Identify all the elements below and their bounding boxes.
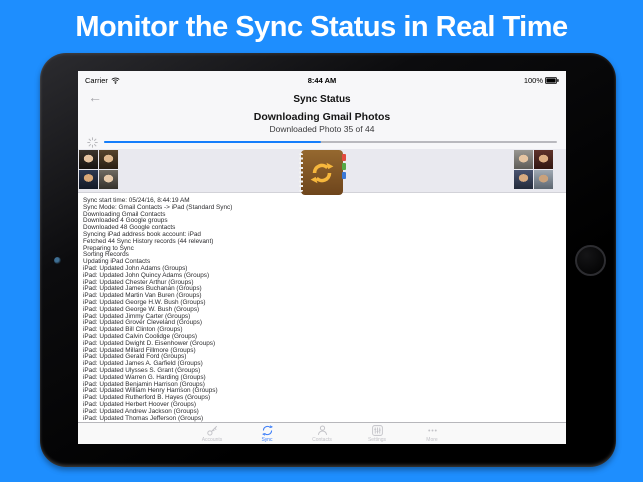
download-status-subtitle: Downloaded Photo 35 of 44 (269, 124, 375, 134)
tab-bar: Accounts Sync Contacts Settings More (78, 422, 566, 444)
tab-label: Accounts (201, 437, 223, 443)
log-line: Preparing to Sync (83, 244, 134, 252)
synced-photos-left (79, 150, 118, 189)
log-line: Sorting Records (83, 251, 129, 259)
status-bar: Carrier 8:44 AM 100% (78, 71, 566, 88)
contact-portrait (79, 170, 98, 189)
progress-fill (104, 141, 322, 143)
key-icon (206, 425, 217, 436)
download-progress-row (78, 135, 566, 149)
sync-arrows-glyph (310, 162, 334, 183)
tab-sync[interactable]: Sync (240, 423, 295, 443)
ellipsis-icon (427, 429, 437, 432)
contact-portrait (99, 150, 118, 169)
marketing-banner: Monitor the Sync Status in Real Time (0, 0, 643, 54)
contact-portrait (534, 170, 553, 189)
tab-contacts[interactable]: Contacts (295, 423, 350, 443)
sliders-icon (371, 425, 383, 436)
banner-title: Monitor the Sync Status in Real Time (75, 10, 568, 43)
ipad-device-frame: Carrier 8:44 AM 100% ← Sync Status Downl… (40, 53, 616, 467)
tab-label: Settings (367, 437, 387, 443)
sync-log[interactable]: Sync start time: 05/24/16, 8:44:19 AM Syn… (78, 193, 566, 422)
contact-portrait (79, 150, 98, 169)
sync-arrows-icon (261, 425, 273, 436)
clock-label: 8:44 AM (307, 76, 337, 85)
tab-more[interactable]: More (405, 423, 460, 443)
ipad-screen: Carrier 8:44 AM 100% ← Sync Status Downl… (78, 71, 566, 444)
download-status-title: Downloading Gmail Photos (253, 111, 391, 123)
spiral-binding (299, 153, 303, 192)
app-store-screenshot: Monitor the Sync Status in Real Time Car… (0, 0, 643, 482)
tab-settings[interactable]: Settings (350, 423, 405, 443)
page-title: Sync Status (293, 94, 351, 105)
contacts-sync-notebook-icon (299, 150, 346, 195)
navigation-bar: ← Sync Status (78, 88, 566, 111)
front-camera-icon (54, 257, 61, 264)
home-button[interactable] (575, 245, 606, 276)
tab-label: Sync (261, 437, 273, 443)
synced-photos-right (514, 150, 553, 189)
contact-portrait (99, 170, 118, 189)
tab-accounts[interactable]: Accounts (185, 423, 240, 443)
contact-portrait (534, 150, 553, 169)
notebook-tabs (342, 154, 346, 184)
tab-label: More (426, 437, 438, 443)
activity-spinner-icon (87, 136, 98, 148)
photo-sync-strip (78, 149, 566, 195)
person-icon (317, 425, 327, 435)
contact-portrait (514, 150, 533, 169)
back-button[interactable]: ← (88, 89, 102, 105)
progress-bar (104, 141, 557, 143)
tab-label: Contacts (312, 437, 332, 443)
contact-portrait (514, 170, 533, 189)
log-line: Fetched 44 Sync History records (44 rele… (83, 237, 214, 245)
